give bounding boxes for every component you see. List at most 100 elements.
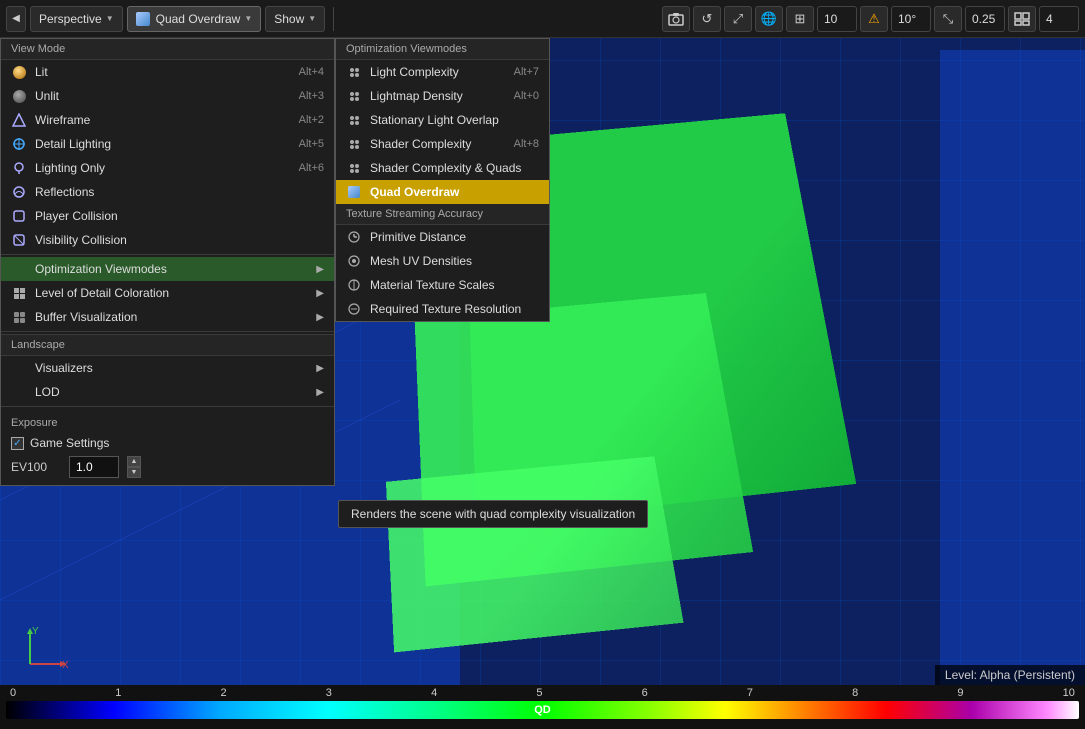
wireframe-label: Wireframe	[35, 113, 291, 127]
menu-item-player-collision[interactable]: Player Collision	[1, 204, 334, 228]
mesh-uv-label: Mesh UV Densities	[370, 254, 539, 268]
menu-item-unlit[interactable]: Unlit Alt+3	[1, 84, 334, 108]
menu-item-lit[interactable]: Lit Alt+4	[1, 60, 334, 84]
menu-item-visibility-collision[interactable]: Visibility Collision	[1, 228, 334, 252]
label-5: 5	[536, 687, 542, 699]
view-mode-button[interactable]: Quad Overdraw ▼	[127, 6, 262, 32]
toolbar-sep-1	[333, 7, 334, 31]
count-value: 4	[1046, 12, 1053, 26]
ev100-input[interactable]	[69, 456, 119, 478]
menu-item-reflections[interactable]: Reflections	[1, 180, 334, 204]
toolbar-back-btn[interactable]: ◀	[6, 6, 26, 32]
primitive-distance-label: Primitive Distance	[370, 230, 539, 244]
buffer-viz-arrow-icon: ▶	[316, 312, 324, 323]
shader-complexity-icon	[346, 136, 362, 152]
menu-item-detail-lighting[interactable]: Detail Lighting Alt+5	[1, 132, 334, 156]
toolbar: ◀ Perspective ▼ Quad Overdraw ▼ Show ▼ ↺…	[0, 0, 1085, 38]
view-mode-label: Quad Overdraw	[156, 12, 241, 26]
lit-shortcut: Alt+4	[299, 66, 324, 78]
label-9: 9	[957, 687, 963, 699]
snap-warning-icon-btn[interactable]: ⚠	[860, 6, 888, 32]
show-button[interactable]: Show ▼	[265, 6, 325, 32]
ev100-up-btn[interactable]: ▲	[127, 456, 141, 467]
view-mode-menu: View Mode Lit Alt+4 Unlit Alt+3 Wirefram…	[0, 38, 335, 486]
required-texture-icon	[346, 301, 362, 317]
menu-item-buffer-viz[interactable]: Buffer Visualization ▶	[1, 305, 334, 329]
view-mode-icon	[136, 12, 150, 26]
optimization-submenu: Optimization Viewmodes Light Complexity …	[335, 38, 550, 322]
snap-value-field[interactable]: 10	[817, 6, 857, 32]
game-settings-label: Game Settings	[30, 436, 109, 450]
snap-degree-field[interactable]: 10°	[891, 6, 931, 32]
visualizers-icon	[11, 360, 27, 376]
menu-item-shader-complexity[interactable]: Shader Complexity Alt+8	[336, 132, 549, 156]
light-complexity-shortcut: Alt+7	[514, 66, 539, 78]
show-label: Show	[274, 12, 304, 26]
menu-item-mesh-uv[interactable]: Mesh UV Densities	[336, 249, 549, 273]
exposure-header: Exposure	[11, 413, 324, 433]
wireframe-icon	[11, 112, 27, 128]
scale-value-field[interactable]: 0.25	[965, 6, 1005, 32]
menu-item-lightmap-density[interactable]: Lightmap Density Alt+0	[336, 84, 549, 108]
shader-complexity-shortcut: Alt+8	[514, 138, 539, 150]
menu-item-required-texture[interactable]: Required Texture Resolution	[336, 297, 549, 321]
opt-submenu-header: Optimization Viewmodes	[336, 39, 549, 60]
menu-item-primitive-distance[interactable]: Primitive Distance	[336, 225, 549, 249]
color-bar: QD	[6, 701, 1079, 719]
lighting-only-label: Lighting Only	[35, 161, 291, 175]
perspective-arrow-icon: ▼	[106, 14, 114, 23]
menu-item-material-texture[interactable]: Material Texture Scales	[336, 273, 549, 297]
menu-item-lod-coloration[interactable]: Level of Detail Coloration ▶	[1, 281, 334, 305]
camera-icon-btn[interactable]	[662, 6, 690, 32]
stationary-light-icon	[346, 112, 362, 128]
count-field[interactable]: 4	[1039, 6, 1079, 32]
label-4: 4	[431, 687, 437, 699]
lighting-only-icon	[11, 160, 27, 176]
visibility-collision-label: Visibility Collision	[35, 233, 316, 247]
globe-icon-btn[interactable]: 🌐	[755, 6, 783, 32]
snap-value: 10	[824, 12, 837, 26]
axes-indicator: X Y	[20, 624, 70, 677]
lighting-only-shortcut: Alt+6	[299, 162, 324, 174]
label-10: 10	[1063, 687, 1075, 699]
scale-value: 0.25	[972, 12, 995, 26]
label-6: 6	[642, 687, 648, 699]
menu-item-lighting-only[interactable]: Lighting Only Alt+6	[1, 156, 334, 180]
label-2: 2	[221, 687, 227, 699]
landscape-section-header: Landscape	[1, 334, 334, 356]
count-icon-btn[interactable]	[1008, 6, 1036, 32]
unlit-label: Unlit	[35, 89, 291, 103]
menu-item-optimization[interactable]: Optimization Viewmodes ▶	[1, 257, 334, 281]
ev100-down-btn[interactable]: ▼	[127, 467, 141, 478]
perspective-button[interactable]: Perspective ▼	[30, 6, 123, 32]
rotate-icon-btn[interactable]: ↺	[693, 6, 721, 32]
material-texture-label: Material Texture Scales	[370, 278, 539, 292]
player-collision-label: Player Collision	[35, 209, 316, 223]
grid-icon-btn[interactable]: ⊞	[786, 6, 814, 32]
label-8: 8	[852, 687, 858, 699]
menu-item-lod2[interactable]: LOD ▶	[1, 380, 334, 404]
shader-complexity-quads-icon	[346, 160, 362, 176]
required-texture-label: Required Texture Resolution	[370, 302, 539, 316]
light-complexity-icon	[346, 64, 362, 80]
lod2-label: LOD	[35, 385, 302, 399]
maximize-icon-btn[interactable]: ⤢	[724, 6, 752, 32]
menu-item-wireframe[interactable]: Wireframe Alt+2	[1, 108, 334, 132]
wireframe-shortcut: Alt+2	[299, 114, 324, 126]
menu-item-stationary-light[interactable]: Stationary Light Overlap	[336, 108, 549, 132]
menu-item-visualizers[interactable]: Visualizers ▶	[1, 356, 334, 380]
game-settings-checkbox[interactable]	[11, 437, 24, 450]
menu-item-quad-overdraw[interactable]: Quad Overdraw	[336, 180, 549, 204]
menu-item-light-complexity[interactable]: Light Complexity Alt+7	[336, 60, 549, 84]
quad-overdraw-icon	[346, 184, 362, 200]
tooltip: Renders the scene with quad complexity v…	[338, 500, 648, 528]
menu-divider-3	[1, 406, 334, 407]
light-complexity-label: Light Complexity	[370, 65, 506, 79]
material-texture-icon	[346, 277, 362, 293]
scale-icon-btn[interactable]: ⤡	[934, 6, 962, 32]
stationary-light-label: Stationary Light Overlap	[370, 113, 531, 127]
buffer-viz-icon	[11, 309, 27, 325]
unlit-shortcut: Alt+3	[299, 90, 324, 102]
lod-coloration-arrow-icon: ▶	[316, 288, 324, 299]
menu-item-shader-complexity-quads[interactable]: Shader Complexity & Quads	[336, 156, 549, 180]
